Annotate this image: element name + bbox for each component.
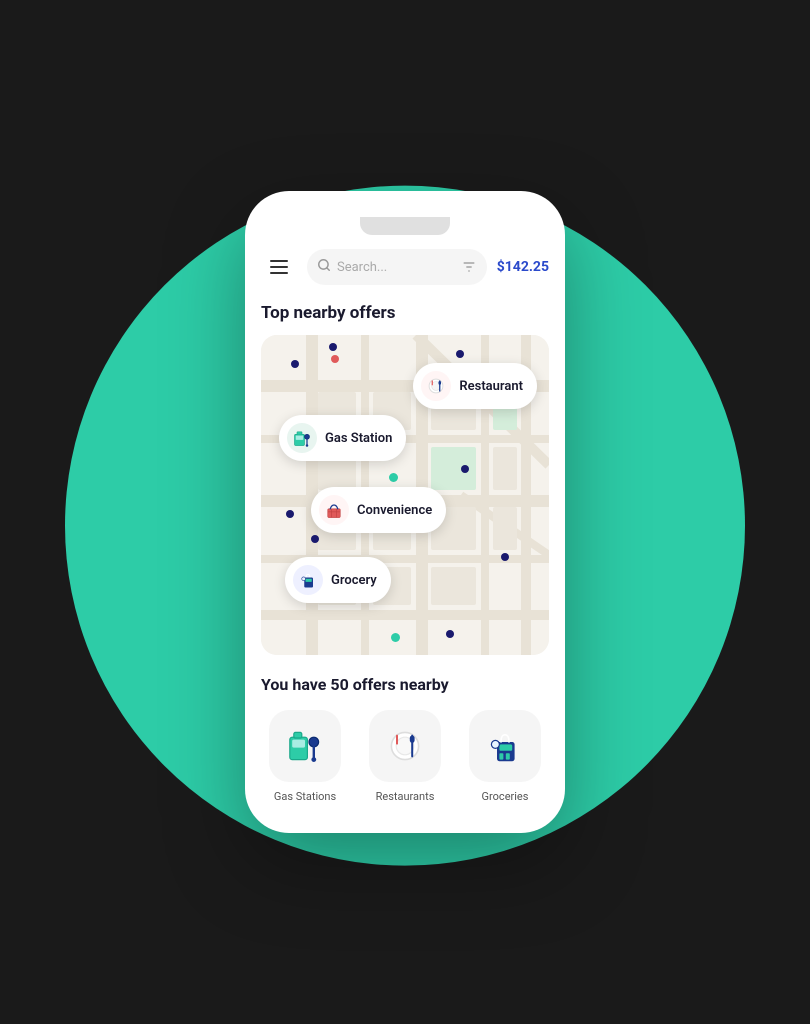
map-container[interactable]: Gas Station Restaurant [261,335,549,655]
search-icon [317,258,331,276]
map-dot [456,350,464,358]
category-item-groceries[interactable]: Groceries [461,710,549,803]
map-dot [329,343,337,351]
phone-frame: Search... $142.25 Top nearby offers [245,191,565,833]
map-dot [446,630,454,638]
top-offers-title: Top nearby offers [245,303,565,323]
groceries-label: Groceries [482,790,529,803]
map-pill-grocery[interactable]: Grocery [285,557,391,603]
menu-button[interactable] [261,249,297,285]
map-dot [311,535,319,543]
restaurants-icon-wrap [369,710,441,782]
filter-icon[interactable] [461,259,477,275]
grocery-label: Grocery [331,573,377,588]
balance-amount: $142.25 [497,259,549,275]
offers-title: You have 50 offers nearby [261,675,549,694]
notch [360,217,450,235]
phone-screen: Search... $142.25 Top nearby offers [245,191,565,833]
map-dot-green [391,633,400,642]
gas-station-label: Gas Station [325,431,392,446]
category-item-restaurants[interactable]: Restaurants [361,710,449,803]
category-row: Gas Stations Restaurants [261,710,549,803]
gas-stations-label: Gas Stations [274,790,336,803]
grocery-pill-icon [293,565,323,595]
menu-line-2 [270,266,288,268]
map-dot-green [389,473,398,482]
search-bar[interactable]: Search... [307,249,487,285]
groceries-icon-wrap [469,710,541,782]
search-placeholder-text: Search... [337,260,455,275]
restaurant-pill-icon [421,371,451,401]
convenience-label: Convenience [357,503,432,518]
map-pill-gas[interactable]: Gas Station [279,415,406,461]
phone-notch-area [245,211,565,241]
convenience-pill-icon [319,495,349,525]
map-dot [461,465,469,473]
map-dot [286,510,294,518]
menu-line-3 [270,272,288,274]
offers-section: You have 50 offers nearby [245,675,565,803]
restaurants-label: Restaurants [376,790,435,803]
map-dot [501,553,509,561]
groceries-icon [485,726,525,766]
map-pill-restaurant[interactable]: Restaurant [413,363,537,409]
restaurants-icon [385,726,425,766]
category-item-gas-stations[interactable]: Gas Stations [261,710,349,803]
restaurant-label: Restaurant [459,379,523,394]
gas-stations-icon [285,726,325,766]
map-dot [291,360,299,368]
map-dot-red [331,355,339,363]
map-pill-convenience[interactable]: Convenience [311,487,446,533]
gas-stations-icon-wrap [269,710,341,782]
header: Search... $142.25 [245,249,565,285]
menu-line-1 [270,260,288,262]
gas-station-pill-icon [287,423,317,453]
